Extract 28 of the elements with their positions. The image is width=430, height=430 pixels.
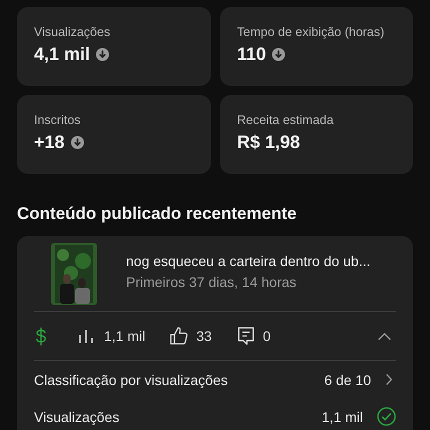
row-label: Visualizações (34, 408, 120, 424)
stat-label: Visualizações (34, 25, 112, 39)
video-subtitle: Primeiros 37 dias, 14 horas (126, 274, 298, 290)
stat-value: 4,1 mil (34, 44, 90, 65)
row-value: 1,1 mil (322, 408, 363, 424)
dollar-icon[interactable] (34, 326, 48, 346)
metric-value: 33 (196, 328, 212, 344)
stat-label: Tempo de exibição (horas) (237, 25, 386, 39)
section-title: Conteúdo publicado recentemente (17, 204, 298, 224)
stat-card[interactable]: Inscritos +18 (17, 95, 211, 174)
stat-card[interactable]: Visualizações 4,1 mil (17, 7, 211, 86)
stat-value: +18 (34, 132, 65, 153)
stat-value: R$ 1,98 (237, 132, 300, 153)
stat-label: Inscritos (34, 113, 82, 127)
comment-icon (236, 326, 256, 346)
row-label: Classificação por visualizações (34, 372, 229, 388)
metric-value: 1,1 mil (104, 328, 146, 344)
video-title[interactable]: nog esqueceu a carteira dentro do ub... (126, 252, 370, 268)
metric-value: 0 (262, 328, 271, 344)
thumbs-up-icon (169, 326, 190, 346)
check-circle-icon (377, 407, 396, 426)
stat-card[interactable]: Receita estimada R$ 1,98 (220, 95, 413, 174)
row-value: 6 de 10 (324, 372, 371, 388)
stat-card[interactable]: Tempo de exibição (horas) 110 (220, 7, 413, 86)
stat-label: Receita estimada (237, 113, 335, 127)
stat-value: 110 (237, 44, 266, 65)
chevron-icon[interactable] (377, 332, 392, 340)
chevron-right-icon[interactable] (385, 373, 393, 386)
